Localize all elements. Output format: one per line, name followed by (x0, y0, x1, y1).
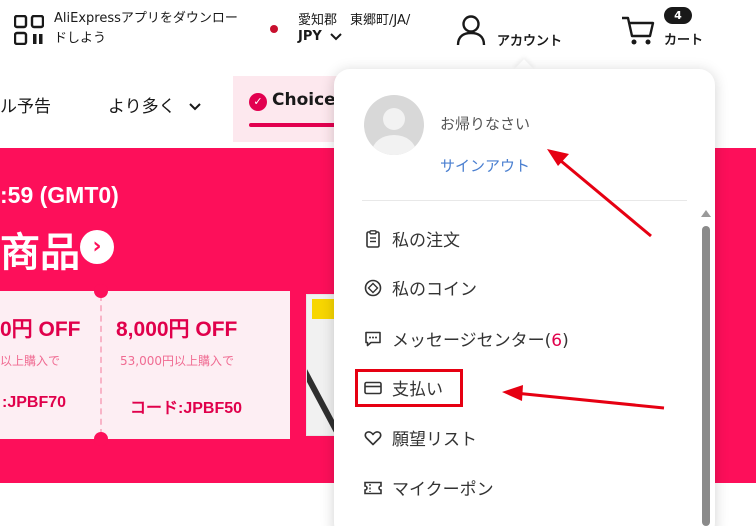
countdown-timer: :59 (GMT0) (0, 182, 119, 208)
app-download-link[interactable]: AliExpressアプリをダウンロードしよう (54, 9, 244, 49)
user-icon[interactable] (456, 14, 486, 46)
scrollbar-thumb[interactable] (702, 226, 710, 526)
divider (362, 200, 687, 201)
menu-item-label: 私のコイン (392, 280, 477, 300)
sign-out-link[interactable]: サインアウト (440, 155, 530, 176)
qr-code-icon[interactable] (14, 15, 44, 45)
currency-label: JPY (298, 29, 322, 44)
dropdown-scrollbar[interactable] (701, 210, 711, 526)
checkmark-icon: ✓ (249, 93, 267, 111)
active-tab-indicator (249, 123, 343, 127)
chevron-down-icon (189, 103, 201, 111)
coupon-amount: 0円 OFF (0, 318, 81, 341)
top-header: AliExpressアプリをダウンロードしよう 愛知郡 東郷町/JA/ JPY … (0, 0, 756, 66)
coupon-condition: 53,000円以上購入で (120, 354, 234, 368)
menu-item-label: 願望リスト (392, 430, 477, 450)
cart-count-badge: 4 (664, 7, 692, 24)
arrow-right-icon[interactable]: › (80, 230, 114, 264)
welcome-text: お帰りなさい (440, 115, 531, 133)
ship-to-location[interactable]: 愛知郡 東郷町/JA/ (298, 9, 410, 28)
nav-item-more[interactable]: より多く (108, 92, 201, 117)
menu-item-label: 私の注文 (392, 231, 460, 251)
coin-icon (364, 279, 382, 297)
cart-button[interactable]: カート (664, 29, 703, 48)
menu-item-suffix: ) (562, 331, 569, 351)
coupon-strip: 0円 OFF 以上購入で :JPBF70 8,000円 OFF 53,000円以… (0, 284, 290, 446)
menu-item-text: メッセージセンター( (392, 331, 552, 351)
product-tag (312, 299, 336, 319)
banner-title: 商品 (0, 230, 80, 276)
menu-item-label: マイクーポン (392, 480, 494, 500)
coupon-divider (100, 295, 102, 435)
coupon-card[interactable]: 8,000円 OFF 53,000円以上購入で コード:JPBF50 (103, 291, 290, 439)
country-flag-icon (270, 25, 278, 33)
coupon-condition: 以上購入で (0, 354, 61, 368)
coupon-card[interactable]: 0円 OFF 以上購入で :JPBF70 (0, 291, 100, 439)
coupon-code: コード:JPBF50 (130, 400, 243, 417)
avatar (364, 95, 424, 155)
avatar-head (383, 108, 405, 130)
cart-icon[interactable] (620, 13, 656, 47)
tab-choice[interactable]: ✓ Choice (233, 76, 343, 142)
nav-item-more-label: より多く (108, 97, 176, 117)
account-button[interactable]: アカウント (497, 30, 562, 49)
nav-item-sale-preview[interactable]: ル予告 (0, 92, 51, 117)
message-icon (365, 331, 381, 347)
coupon-amount: 8,000円 OFF (116, 318, 238, 341)
menu-item-label: メッセージセンター(6) (392, 326, 569, 351)
order-icon (366, 230, 380, 248)
chevron-down-icon (330, 32, 343, 40)
heart-icon (364, 431, 382, 446)
currency-selector[interactable]: JPY (298, 29, 343, 44)
scroll-up-arrow-icon[interactable] (701, 210, 711, 217)
coupon-icon (364, 481, 382, 495)
tab-choice-label: Choice (272, 90, 336, 110)
annotation-highlight-box (355, 369, 463, 407)
coupon-code: :JPBF70 (2, 394, 67, 411)
unread-count: 6 (551, 331, 563, 351)
account-dropdown: お帰りなさい サインアウト 私の注文 私のコイン メッセージセンター(6) 支払… (334, 69, 715, 526)
avatar-body (372, 135, 416, 155)
